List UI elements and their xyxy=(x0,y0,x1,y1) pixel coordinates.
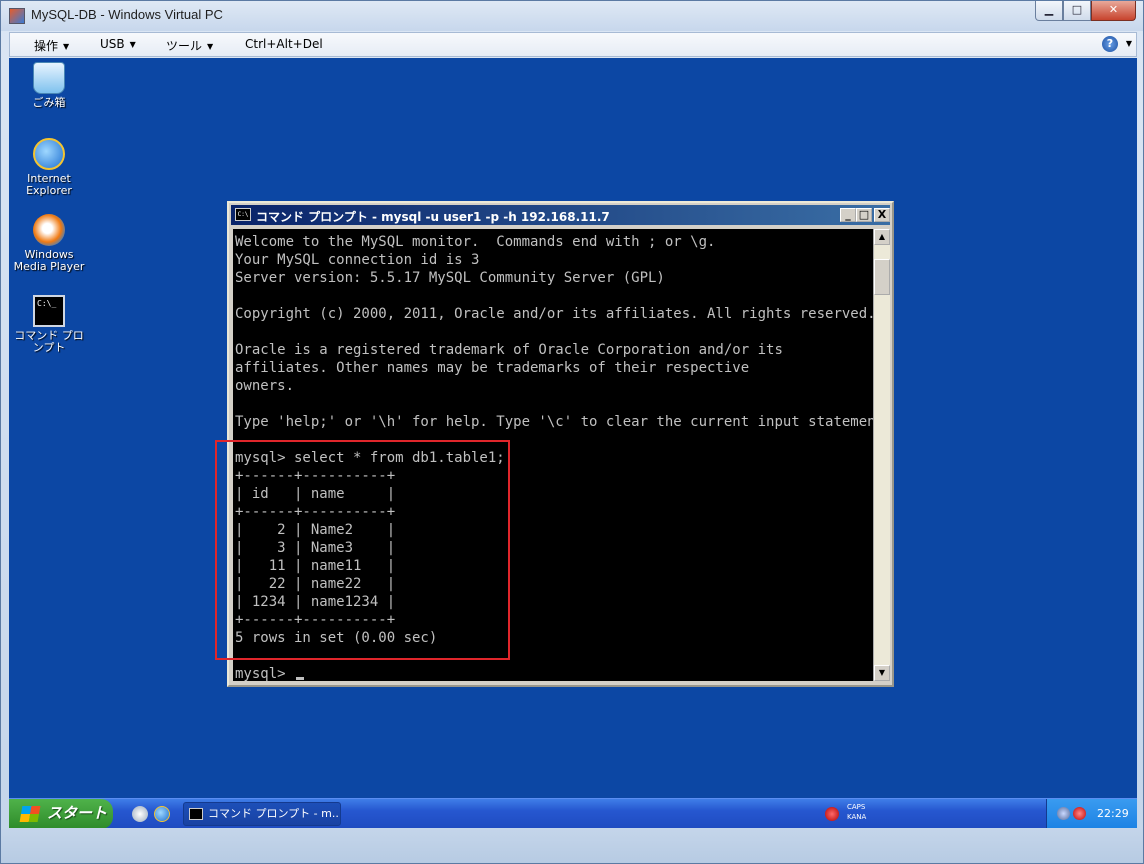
cmd-close-button[interactable]: X xyxy=(874,208,890,222)
menu-usb[interactable]: USB ▼ xyxy=(100,37,136,51)
virtual-pc-window: MySQL-DB - Windows Virtual PC ▁ □ ✕ 操作 ▼ … xyxy=(0,0,1144,864)
desktop-icon-command-prompt[interactable]: C:\_ コマンド プロンプト xyxy=(9,295,89,354)
ime-language-bar[interactable]: CAPS KANA xyxy=(821,801,891,827)
windows-logo-icon xyxy=(19,806,41,822)
host-close-button[interactable]: ✕ xyxy=(1091,1,1136,21)
highlight-annotation-box xyxy=(215,440,510,660)
command-prompt-icon: C:\_ xyxy=(33,295,65,327)
chevron-down-icon: ▼ xyxy=(207,42,214,51)
host-minimize-button[interactable]: ▁ xyxy=(1035,1,1063,21)
internet-explorer-icon xyxy=(33,138,65,170)
console-line: Your MySQL connection id is 3 xyxy=(235,252,480,268)
menu-usb-label: USB xyxy=(100,37,125,51)
chevron-down-icon: ▼ xyxy=(129,40,136,49)
start-button[interactable]: スタート xyxy=(9,799,113,828)
menu-tools[interactable]: ツール ▼ xyxy=(166,37,213,54)
taskbar-button-label: コマンド プロンプト - m... xyxy=(208,807,341,820)
desktop-icon-label: ごみ箱 xyxy=(32,96,66,109)
desktop-icon-recycle-bin[interactable]: ごみ箱 xyxy=(9,62,89,109)
vpc-menubar: 操作 ▼ USB ▼ ツール ▼ Ctrl+Alt+Del ? ▼ xyxy=(9,32,1137,57)
menu-tools-label: ツール xyxy=(166,39,203,53)
start-label: スタート xyxy=(47,804,108,822)
ime-caps-label: CAPS xyxy=(847,803,866,811)
text-cursor xyxy=(296,677,305,680)
taskbar: スタート コマンド プロンプト - m... CAPS KANA 22:29 xyxy=(9,798,1137,828)
console-line: Type 'help;' or '\h' for help. Type '\c'… xyxy=(235,414,873,430)
cmd-window-title: コマンド プロンプト - mysql -u user1 -p -h 192.16… xyxy=(256,210,610,224)
ime-kana-label: KANA xyxy=(847,813,867,821)
ime-icon[interactable] xyxy=(825,807,839,821)
virtual-pc-icon xyxy=(9,8,25,24)
guest-desktop: ごみ箱 Internet Explorer Windows Media Play… xyxy=(9,58,1137,828)
host-window-title: MySQL-DB - Windows Virtual PC xyxy=(31,7,223,22)
console-prompt-line[interactable]: mysql> xyxy=(235,665,873,681)
host-window-frame-bottom xyxy=(1,829,1143,863)
scroll-down-button[interactable]: ▼ xyxy=(874,665,890,681)
console-line: Server version: 5.5.17 MySQL Community S… xyxy=(235,270,665,286)
cmd-titlebar[interactable]: C:\ コマンド プロンプト - mysql -u user1 -p -h 19… xyxy=(231,205,890,225)
desktop-icon-label: コマンド プロンプト xyxy=(14,329,84,354)
menu-ctrl-alt-del[interactable]: Ctrl+Alt+Del xyxy=(245,37,323,51)
vertical-scrollbar[interactable]: ▲ ▼ xyxy=(873,229,890,681)
command-prompt-icon xyxy=(189,808,203,820)
help-icon[interactable]: ? xyxy=(1102,36,1118,52)
console-prompt: mysql> xyxy=(235,666,295,681)
console-line: Oracle is a registered trademark of Orac… xyxy=(235,342,783,358)
scroll-up-button[interactable]: ▲ xyxy=(874,229,890,245)
desktop-icon-label: Windows Media Player xyxy=(13,248,85,273)
media-player-icon xyxy=(33,214,65,246)
desktop-icon-label: Internet Explorer xyxy=(26,172,72,197)
show-desktop-icon[interactable] xyxy=(132,806,148,822)
internet-explorer-icon[interactable] xyxy=(154,806,170,822)
host-titlebar[interactable]: MySQL-DB - Windows Virtual PC ▁ □ ✕ xyxy=(1,1,1143,31)
command-prompt-icon: C:\ xyxy=(235,208,251,221)
ime-status: CAPS KANA xyxy=(847,802,866,822)
network-icon[interactable] xyxy=(1057,807,1070,820)
chevron-down-icon: ▼ xyxy=(63,42,70,51)
menu-action[interactable]: 操作 ▼ xyxy=(34,37,69,54)
cmd-maximize-button[interactable]: □ xyxy=(856,208,872,222)
taskbar-button-command-prompt[interactable]: コマンド プロンプト - m... xyxy=(183,802,341,826)
cmd-minimize-button[interactable]: _ xyxy=(840,208,856,222)
chevron-down-icon[interactable]: ▼ xyxy=(1126,39,1132,48)
menu-action-label: 操作 xyxy=(34,39,59,53)
desktop-icon-media-player[interactable]: Windows Media Player xyxy=(9,214,89,273)
desktop-icon-internet-explorer[interactable]: Internet Explorer xyxy=(9,138,89,197)
console-line: owners. xyxy=(235,378,295,394)
host-maximize-button[interactable]: □ xyxy=(1063,1,1091,21)
console-line: affiliates. Other names may be trademark… xyxy=(235,360,750,376)
system-tray: 22:29 xyxy=(1046,799,1137,828)
console-line: Welcome to the MySQL monitor. Commands e… xyxy=(235,234,716,250)
security-shield-icon[interactable] xyxy=(1073,807,1086,820)
console-line: Copyright (c) 2000, 2011, Oracle and/or … xyxy=(235,306,873,322)
recycle-bin-icon xyxy=(33,62,65,94)
scroll-thumb[interactable] xyxy=(874,259,890,295)
clock[interactable]: 22:29 xyxy=(1097,807,1129,820)
